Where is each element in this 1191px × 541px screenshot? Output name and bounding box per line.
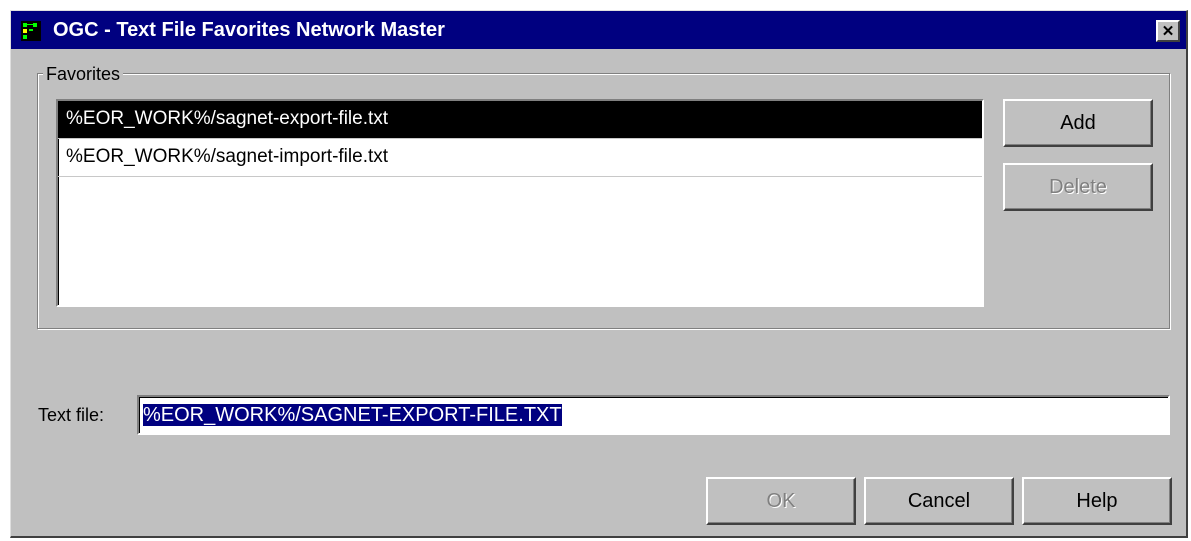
favorites-listbox[interactable]: %EOR_WORK%/sagnet-export-file.txt %EOR_WO… <box>56 99 984 307</box>
add-button[interactable]: Add <box>1003 99 1153 147</box>
network-master-icon <box>21 21 41 41</box>
help-button[interactable]: Help <box>1022 477 1172 525</box>
text-file-input[interactable]: %EOR_WORK%/SAGNET-EXPORT-FILE.TXT <box>137 395 1170 435</box>
ok-button[interactable]: OK <box>706 477 856 525</box>
dialog-window: OGC - Text File Favorites Network Master… <box>10 10 1188 538</box>
delete-button[interactable]: Delete <box>1003 163 1153 211</box>
favorites-label: Favorites <box>43 64 124 84</box>
favorites-list-item[interactable]: %EOR_WORK%/sagnet-import-file.txt <box>58 139 982 177</box>
window-title: OGC - Text File Favorites Network Master <box>53 19 445 41</box>
text-file-value: %EOR_WORK%/SAGNET-EXPORT-FILE.TXT <box>143 404 562 426</box>
text-file-label: Text file: <box>38 405 105 425</box>
favorites-list-item[interactable]: %EOR_WORK%/sagnet-export-file.txt <box>58 101 982 139</box>
close-button[interactable]: ✕ <box>1156 20 1180 42</box>
close-icon: ✕ <box>1161 22 1175 40</box>
title-bar[interactable]: OGC - Text File Favorites Network Master… <box>11 11 1186 49</box>
cancel-button[interactable]: Cancel <box>864 477 1014 525</box>
